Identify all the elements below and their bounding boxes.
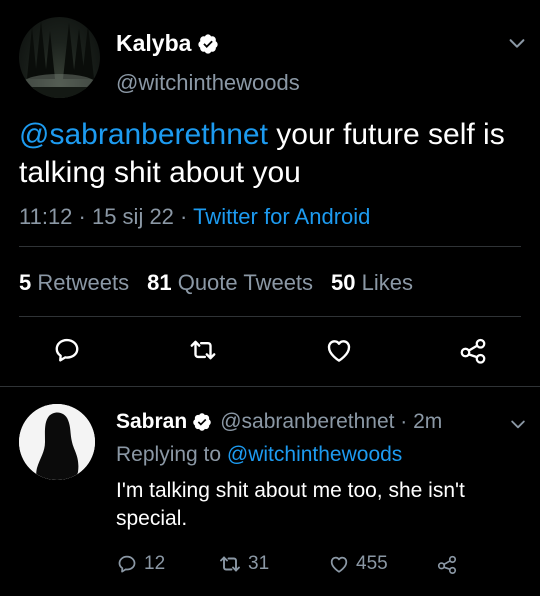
likes-stat[interactable]: 50 Likes bbox=[331, 270, 413, 296]
retweet-icon[interactable] bbox=[188, 335, 218, 365]
replying-to-label: Replying to bbox=[116, 443, 227, 466]
like-heart-icon bbox=[330, 556, 348, 573]
like-heart-icon[interactable] bbox=[324, 335, 354, 365]
retweet-icon bbox=[220, 556, 240, 572]
verified-badge-icon bbox=[193, 413, 211, 431]
tweet-text: @sabranberethnet your future self is tal… bbox=[19, 116, 524, 192]
reply-retweet-button[interactable]: 31 bbox=[218, 551, 269, 577]
tweet-detail-page: Kalyba @witchinthewoods @sabranberethnet… bbox=[0, 0, 540, 596]
reply-author-avatar[interactable] bbox=[19, 404, 95, 480]
share-icon bbox=[437, 555, 457, 574]
forest-avatar-image bbox=[19, 21, 100, 98]
reply-count: 12 bbox=[144, 553, 166, 574]
tweet-timestamp[interactable]: 11:12 · 15 sij 22 · bbox=[19, 204, 193, 229]
reply-share-button[interactable] bbox=[436, 551, 464, 577]
chevron-down-icon[interactable] bbox=[506, 32, 528, 54]
retweet-count: 31 bbox=[248, 553, 270, 574]
reply-like-button[interactable]: 455 bbox=[328, 551, 388, 577]
verified-badge-icon bbox=[198, 33, 219, 54]
reply-header: Sabran @sabranberethnet · 2m bbox=[116, 410, 442, 434]
author-handle[interactable]: @witchinthewoods bbox=[116, 70, 300, 96]
reply-icon bbox=[118, 555, 136, 573]
reply-author-name[interactable]: Sabran bbox=[116, 410, 187, 434]
reply-text: I'm talking shit about me too, she isn't… bbox=[116, 479, 465, 530]
author-avatar[interactable] bbox=[19, 17, 100, 98]
chevron-down-icon[interactable] bbox=[508, 414, 528, 434]
share-icon[interactable] bbox=[458, 335, 488, 365]
section-divider bbox=[0, 386, 540, 387]
tweet-mention-link[interactable]: @sabranberethnet bbox=[19, 118, 268, 151]
tweet-meta: 11:12 · 15 sij 22 · Twitter for Android bbox=[19, 204, 370, 230]
replying-to-mention[interactable]: @witchinthewoods bbox=[227, 443, 402, 466]
reply-icon[interactable] bbox=[52, 335, 82, 365]
tweet-source-link[interactable]: Twitter for Android bbox=[193, 204, 370, 229]
divider bbox=[19, 246, 521, 247]
author-display-name[interactable]: Kalyba bbox=[116, 30, 219, 57]
reply-reply-button[interactable]: 12 bbox=[116, 551, 165, 577]
divider bbox=[19, 316, 521, 317]
replying-to: Replying to @witchinthewoods bbox=[116, 443, 402, 467]
tweet-stats: 5 Retweets 81 Quote Tweets 50 Likes bbox=[19, 270, 413, 296]
silhouette-avatar-image bbox=[19, 404, 95, 480]
retweets-stat[interactable]: 5 Retweets bbox=[19, 270, 129, 296]
quote-tweets-stat[interactable]: 81 Quote Tweets bbox=[147, 270, 313, 296]
like-count: 455 bbox=[356, 553, 388, 574]
reply-handle-time[interactable]: @sabranberethnet · 2m bbox=[220, 410, 442, 434]
author-name-text: Kalyba bbox=[116, 30, 192, 56]
